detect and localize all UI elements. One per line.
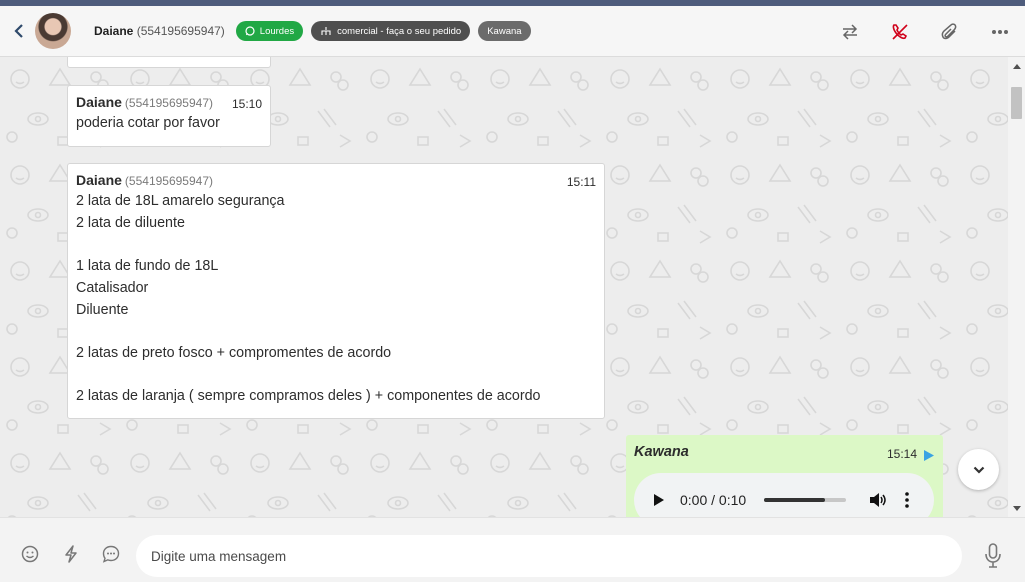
scroll-down-arrow-icon[interactable] [1008,501,1025,515]
end-call-icon[interactable] [875,6,925,57]
message-bubble: Daiane (554195695947) 15:10 poderia cotar… [67,85,271,147]
volume-icon[interactable] [868,490,888,510]
chat-header: Daiane (554195695947) Lourdes comercial … [0,6,1025,57]
previous-message-bubble [67,57,271,68]
message-line-empty [76,365,596,387]
message-line-empty [76,234,596,256]
user-tag-label: Kawana [487,25,522,37]
audio-current-time: 0:00 [680,492,708,508]
back-icon[interactable] [12,24,26,38]
message-line: Catalisador [76,279,149,296]
whatsapp-tag-label: Lourdes [259,25,295,37]
message-line: 1 lata de fundo de 18L [76,258,219,275]
audio-player[interactable]: 0:00 / 0:10 [634,473,934,517]
message-line: 2 latas de laranja ( sempre compramos de… [76,388,541,405]
audio-time-separator: / [707,492,719,508]
scroll-down-button[interactable] [958,449,999,490]
chat-scrollbar[interactable] [1008,57,1025,517]
scroll-up-arrow-icon[interactable] [1008,59,1025,73]
whatsapp-icon [245,26,255,36]
contact-name: Daiane [94,24,134,38]
message-bubble: Daiane (554195695947) 15:11 2 lata de 18L… [67,163,605,419]
audio-progress-fill [764,498,825,502]
audio-options-icon[interactable] [902,492,912,508]
message-phone: (554195695947) [124,174,213,188]
message-line: Diluente [76,301,129,318]
avatar[interactable] [35,13,71,49]
message-time: 15:11 [566,175,596,189]
queue-tag-label: comercial - faça o seu pedido [337,25,462,37]
message-text: poderia cotar por favor [76,115,220,131]
contact-phone: (554195695947) [136,24,225,38]
emoji-icon[interactable] [20,544,40,564]
microphone-icon[interactable] [982,542,1004,570]
message-composer [0,517,1025,582]
transfer-icon[interactable] [825,6,875,57]
message-line: 2 lata de 18L amarelo segurança [76,193,285,209]
scrollbar-thumb[interactable] [1011,87,1022,119]
message-text: 2 lata de 18L amarelo segurança 2 lata d… [76,191,596,408]
attach-icon[interactable] [925,6,975,57]
play-icon[interactable] [652,493,666,507]
more-icon[interactable] [975,6,1025,57]
message-header: Daiane (554195695947) [76,172,596,190]
message-sender: Kawana [634,444,689,460]
message-line-empty [76,321,596,343]
message-line: 2 latas de preto fosco + compromentes de… [76,344,392,361]
message-line: 2 lata de diluente [76,214,185,231]
outgoing-message-bubble: Kawana 15:14 0:00 / 0:10 [626,435,943,517]
org-tree-icon [321,27,331,35]
message-phone: (554195695947) [124,96,213,110]
whatsapp-connection-tag: Lourdes [235,21,304,41]
message-sender: Daiane [76,172,122,188]
audio-time: 0:00 / 0:10 [680,492,746,508]
message-time: 15:14 [886,447,917,461]
chat-bubble-icon[interactable] [101,544,121,564]
contact-info[interactable]: Daiane (554195695947) [94,24,225,38]
audio-seek-bar[interactable] [764,498,847,502]
message-input[interactable] [136,535,962,577]
sent-arrow-icon [924,450,934,461]
chat-area[interactable]: Daiane (554195695947) 15:10 poderia cotar… [0,57,1008,517]
user-tag: Kawana [478,21,531,41]
queue-tag: comercial - faça o seu pedido [311,21,471,41]
chevron-down-icon [973,466,984,474]
audio-duration: 0:10 [718,492,747,508]
message-time: 15:10 [231,97,262,111]
message-sender: Daiane [76,94,122,110]
quick-reply-icon[interactable] [61,544,81,564]
